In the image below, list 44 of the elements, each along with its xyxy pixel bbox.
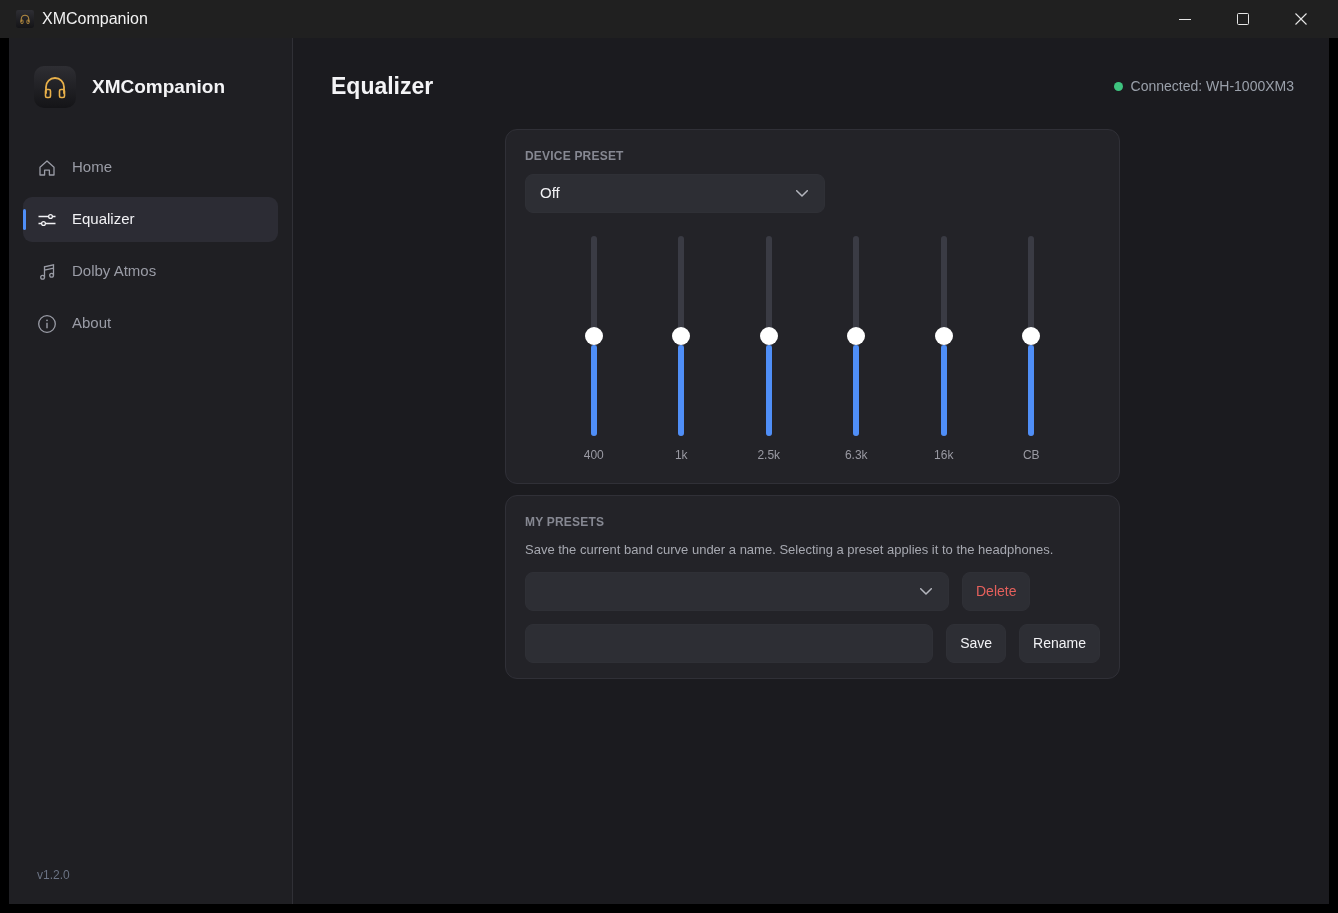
info-icon (37, 313, 57, 334)
band-label: CB (1022, 447, 1040, 463)
slider-thumb[interactable] (672, 327, 691, 345)
slider-track[interactable] (940, 236, 947, 436)
description-text: Save the current band curve under a name. Selecting a preset applies it to the headphones. (525, 541, 1055, 559)
rename-button[interactable]: Rename (1019, 624, 1100, 663)
sidebar-item[interactable]: Equalizer (23, 197, 278, 242)
chevron-icon (796, 190, 808, 197)
sidebar-item[interactable]: About (23, 301, 278, 346)
headphones-icon (16, 10, 34, 28)
headphones-icon (34, 66, 76, 108)
slider-thumb[interactable] (847, 327, 866, 345)
preset-dropdown[interactable]: Off (525, 174, 825, 213)
band-label: 2.5k (757, 447, 781, 463)
band-label: 16k (934, 447, 954, 463)
slider-track[interactable] (678, 236, 685, 436)
music-note-icon (37, 261, 57, 282)
sidebar-item[interactable]: Dolby Atmos (23, 249, 278, 294)
band-label: 6.3k (844, 447, 868, 463)
slider-track[interactable] (853, 236, 860, 436)
minimize-icon (1179, 18, 1191, 20)
slider-thumb[interactable] (759, 327, 778, 345)
section-label: MY PRESETS (525, 514, 606, 530)
window-title: XMCompanion (42, 9, 148, 29)
version-text: v1.2.0 (36, 867, 71, 884)
section-label: DEVICE PRESET (525, 148, 625, 164)
save-button[interactable]: Save (946, 624, 1007, 663)
slider-thumb[interactable] (584, 327, 603, 345)
slider-track[interactable] (590, 236, 597, 436)
app-name: XMCompanion (92, 74, 225, 99)
page-title: Equalizer (331, 72, 434, 101)
slider-thumb[interactable] (1022, 327, 1041, 345)
slider-track[interactable] (765, 236, 772, 436)
connection-status: Connected: WH-1000XM3 (1130, 76, 1294, 96)
delete-button[interactable]: Delete (962, 572, 1031, 611)
band-label: 1k (674, 447, 688, 463)
slider-track[interactable] (1028, 236, 1035, 436)
close-icon (1295, 13, 1307, 25)
active-indicator (23, 209, 26, 230)
maximize-icon (1237, 13, 1249, 25)
sidebar-item[interactable]: Home (23, 145, 278, 190)
slider-thumb[interactable] (934, 327, 953, 345)
chevron-icon (920, 588, 932, 595)
band-label: 400 (583, 447, 604, 463)
